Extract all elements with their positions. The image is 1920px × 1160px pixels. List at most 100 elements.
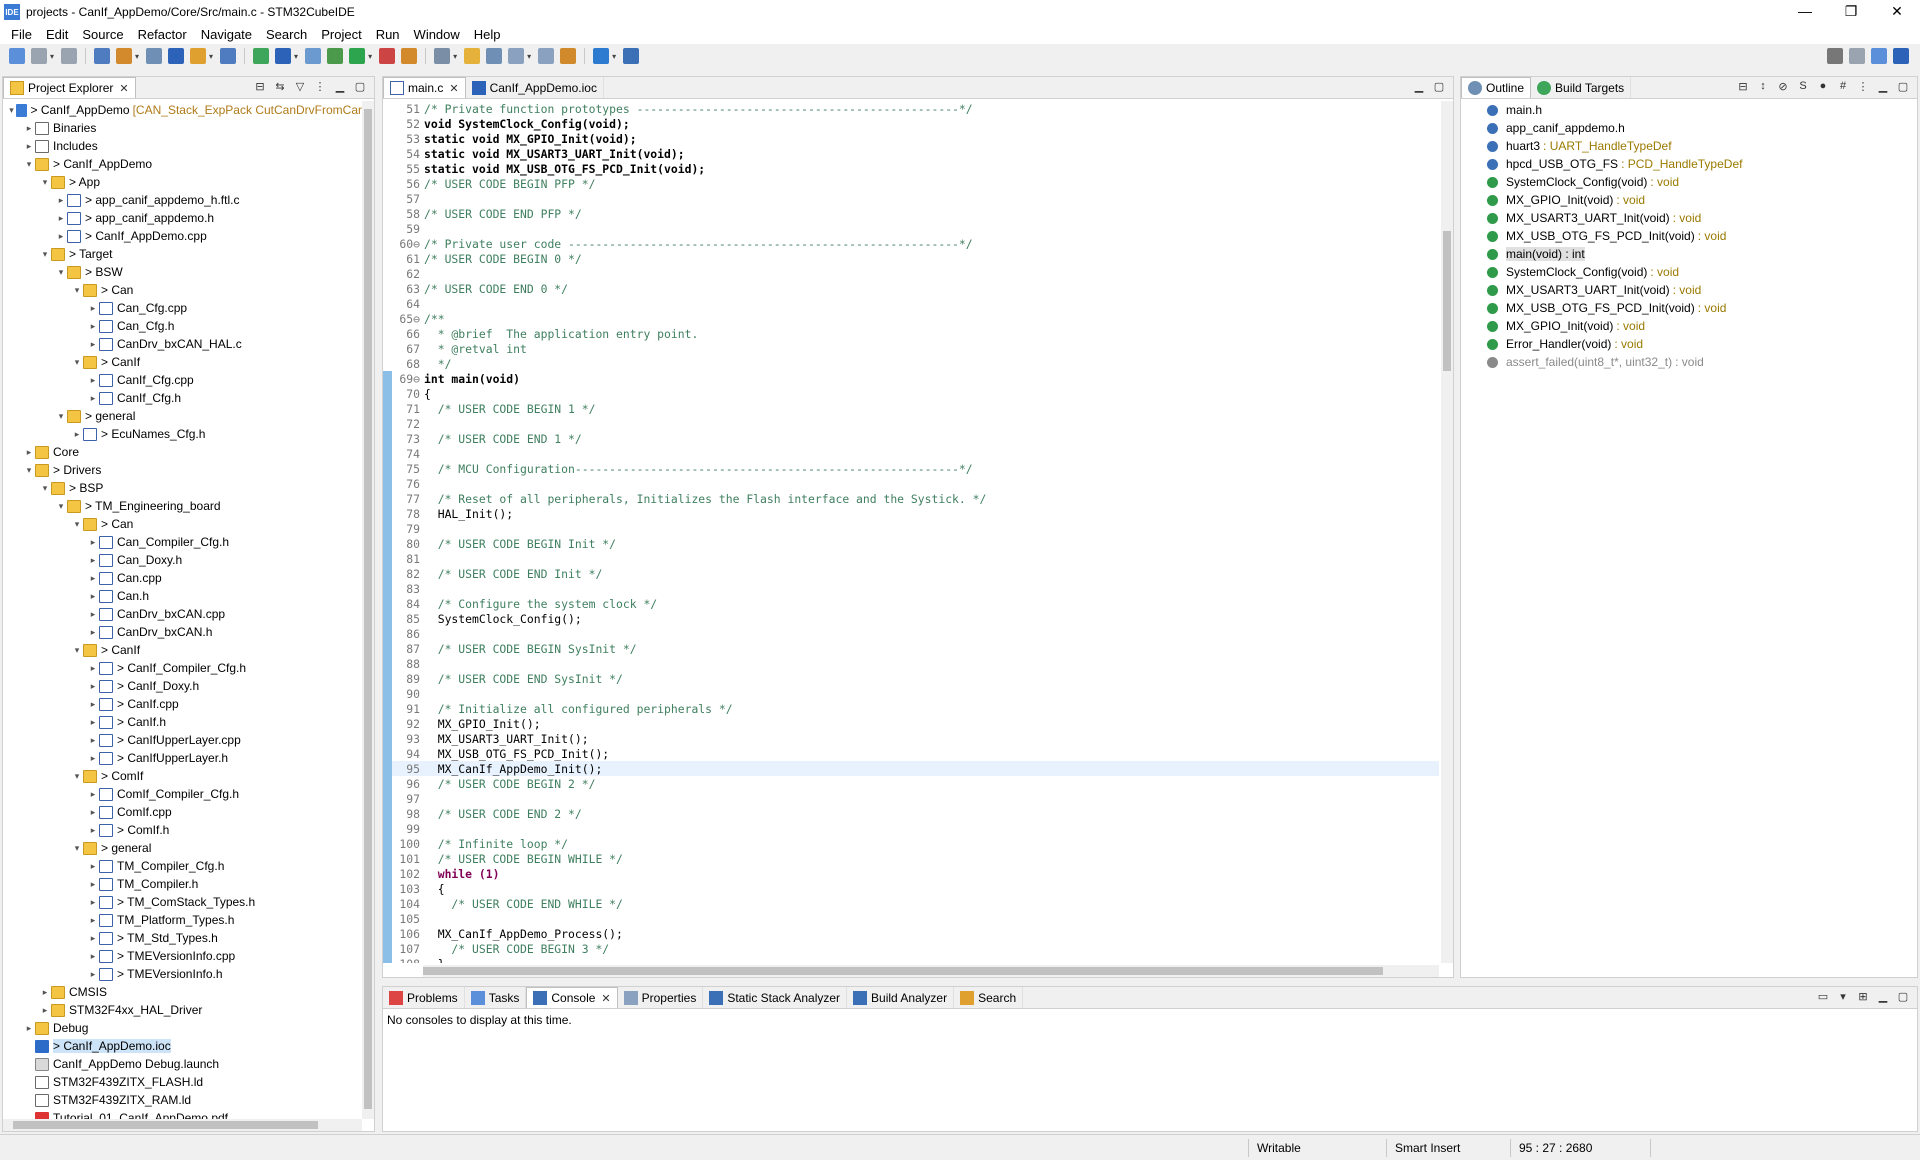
- display-console-icon[interactable]: ▭: [1815, 990, 1831, 1006]
- minimize-icon[interactable]: ▁: [332, 80, 348, 96]
- dropdown-caret-icon[interactable]: ▾: [50, 52, 54, 61]
- chevron-right-icon[interactable]: ▸: [87, 303, 99, 314]
- tree-item[interactable]: ▸ > CanIfUpperLayer.cpp: [3, 731, 362, 749]
- chevron-right-icon[interactable]: ▸: [87, 735, 99, 746]
- outline-item[interactable]: MX_USB_OTG_FS_PCD_Init(void): void: [1461, 299, 1917, 317]
- tree-item[interactable]: ▸ > app_canif_appdemo.h: [3, 209, 362, 227]
- minimize-icon[interactable]: ▁: [1411, 80, 1427, 96]
- chevron-down-icon[interactable]: ▾: [71, 645, 83, 656]
- debug-config-icon[interactable]: [146, 48, 163, 64]
- chevron-down-icon[interactable]: ▾: [39, 177, 51, 188]
- tree-item[interactable]: ▾ > CanIf: [3, 353, 362, 371]
- hide-static-icon[interactable]: S: [1795, 80, 1811, 96]
- back-icon[interactable]: [593, 48, 610, 64]
- menu-window[interactable]: Window: [407, 27, 467, 42]
- tab-problems[interactable]: Problems: [383, 987, 465, 1008]
- tree-item[interactable]: ▸ Can_Compiler_Cfg.h: [3, 533, 362, 551]
- chevron-right-icon[interactable]: ▸: [23, 123, 35, 134]
- tree-item[interactable]: ▾ > CanIf_AppDemo: [3, 155, 362, 173]
- tree-item[interactable]: > CanIf_AppDemo.ioc: [3, 1037, 362, 1055]
- chevron-right-icon[interactable]: ▸: [39, 1005, 51, 1016]
- info-icon[interactable]: [623, 48, 640, 64]
- save-all-icon[interactable]: [61, 48, 78, 64]
- dropdown-caret-icon[interactable]: ▾: [612, 52, 616, 61]
- editor-horizontal-scrollbar[interactable]: [423, 965, 1439, 977]
- hammer-icon[interactable]: [116, 48, 133, 64]
- tree-item[interactable]: ▸ > ComIf.h: [3, 821, 362, 839]
- chevron-down-icon[interactable]: ▾: [23, 465, 35, 476]
- sort-icon[interactable]: ↕: [1755, 80, 1771, 96]
- tree-item[interactable]: ▸ Can_Cfg.h: [3, 317, 362, 335]
- tab-build-analyzer[interactable]: Build Analyzer: [847, 987, 955, 1008]
- chevron-down-icon[interactable]: ▾: [71, 519, 83, 530]
- chevron-down-icon[interactable]: ▾: [55, 501, 67, 512]
- maximize-button[interactable]: ❐: [1828, 0, 1874, 24]
- menu-edit[interactable]: Edit: [39, 27, 75, 42]
- chevron-right-icon[interactable]: ▸: [23, 1023, 35, 1034]
- menu-source[interactable]: Source: [75, 27, 130, 42]
- chevron-right-icon[interactable]: ▸: [87, 789, 99, 800]
- dropdown-caret-icon[interactable]: ▾: [527, 52, 531, 61]
- chevron-right-icon[interactable]: ▸: [23, 141, 35, 152]
- close-icon[interactable]: ✕: [601, 992, 610, 1005]
- tree-item[interactable]: ▸ ComIf.cpp: [3, 803, 362, 821]
- external-tools-icon[interactable]: [327, 48, 344, 64]
- build-all-icon[interactable]: [190, 48, 207, 64]
- maximize-icon[interactable]: ▢: [1431, 80, 1447, 96]
- tree-item[interactable]: ▸ CanIf_Cfg.cpp: [3, 371, 362, 389]
- run-icon[interactable]: [349, 48, 366, 64]
- collapse-all-icon[interactable]: ⊟: [1735, 80, 1751, 96]
- minimize-icon[interactable]: ▁: [1875, 990, 1891, 1006]
- chevron-right-icon[interactable]: ▸: [87, 933, 99, 944]
- prev-annotation-icon[interactable]: [560, 48, 577, 64]
- chevron-right-icon[interactable]: ▸: [71, 429, 83, 440]
- menu-navigate[interactable]: Navigate: [194, 27, 259, 42]
- chevron-down-icon[interactable]: ▾: [71, 771, 83, 782]
- chevron-right-icon[interactable]: ▸: [87, 969, 99, 980]
- outline-item[interactable]: assert_failed(uint8_t*, uint32_t): void: [1461, 353, 1917, 371]
- code-editor[interactable]: 51 /* Private function prototypes -------…: [383, 101, 1439, 963]
- tree-item[interactable]: ▾ > App: [3, 173, 362, 191]
- filter-icon[interactable]: ▽: [292, 80, 308, 96]
- next-annotation-icon[interactable]: [538, 48, 555, 64]
- tree-item[interactable]: ▸ > CanIf.cpp: [3, 695, 362, 713]
- chevron-right-icon[interactable]: ▸: [87, 537, 99, 548]
- tree-item[interactable]: ▸ > CanIf_Doxy.h: [3, 677, 362, 695]
- chevron-right-icon[interactable]: ▸: [87, 825, 99, 836]
- cpp-perspective-icon[interactable]: [1871, 48, 1887, 64]
- whitespace-icon[interactable]: [508, 48, 525, 64]
- minimize-button[interactable]: —: [1782, 0, 1828, 24]
- tab-outline[interactable]: Outline: [1461, 77, 1532, 98]
- chevron-right-icon[interactable]: ▸: [87, 393, 99, 404]
- chevron-right-icon[interactable]: ▸: [87, 681, 99, 692]
- chevron-down-icon[interactable]: ▾: [55, 267, 67, 278]
- tree-item[interactable]: ▾ > BSW: [3, 263, 362, 281]
- scroll-thumb[interactable]: [423, 967, 1383, 975]
- chevron-down-icon[interactable]: ▾: [7, 105, 16, 116]
- view-menu-icon[interactable]: ⋮: [1855, 80, 1871, 96]
- chevron-right-icon[interactable]: ▸: [87, 861, 99, 872]
- chevron-right-icon[interactable]: ▸: [55, 213, 67, 224]
- tab-search[interactable]: Search: [954, 987, 1024, 1008]
- tree-item[interactable]: ▸ > TMEVersionInfo.cpp: [3, 947, 362, 965]
- chevron-right-icon[interactable]: ▸: [87, 321, 99, 332]
- coverage-icon[interactable]: [379, 48, 396, 64]
- tree-item[interactable]: ▾ > TM_Engineering_board: [3, 497, 362, 515]
- tab-console[interactable]: Console ✕: [526, 987, 618, 1008]
- close-icon[interactable]: ✕: [119, 82, 128, 95]
- status-cursor-position[interactable]: 95 : 27 : 2680: [1510, 1139, 1650, 1157]
- chevron-right-icon[interactable]: ▸: [87, 915, 99, 926]
- open-type-icon[interactable]: [401, 48, 418, 64]
- tree-item[interactable]: ▸ > app_canif_appdemo_h.ftl.c: [3, 191, 362, 209]
- chevron-right-icon[interactable]: ▸: [87, 339, 99, 350]
- search-icon[interactable]: [1827, 48, 1843, 64]
- tree-item[interactable]: ▸ CanDrv_bxCAN.h: [3, 623, 362, 641]
- close-button[interactable]: ✕: [1874, 0, 1920, 24]
- explorer-horizontal-scrollbar[interactable]: [3, 1119, 362, 1131]
- maximize-icon[interactable]: ▢: [352, 80, 368, 96]
- chevron-right-icon[interactable]: ▸: [87, 699, 99, 710]
- menu-file[interactable]: File: [4, 27, 39, 42]
- outline-item[interactable]: MX_USART3_UART_Init(void): void: [1461, 281, 1917, 299]
- tree-item[interactable]: ▸ Can.cpp: [3, 569, 362, 587]
- tree-item[interactable]: ▾ > general: [3, 839, 362, 857]
